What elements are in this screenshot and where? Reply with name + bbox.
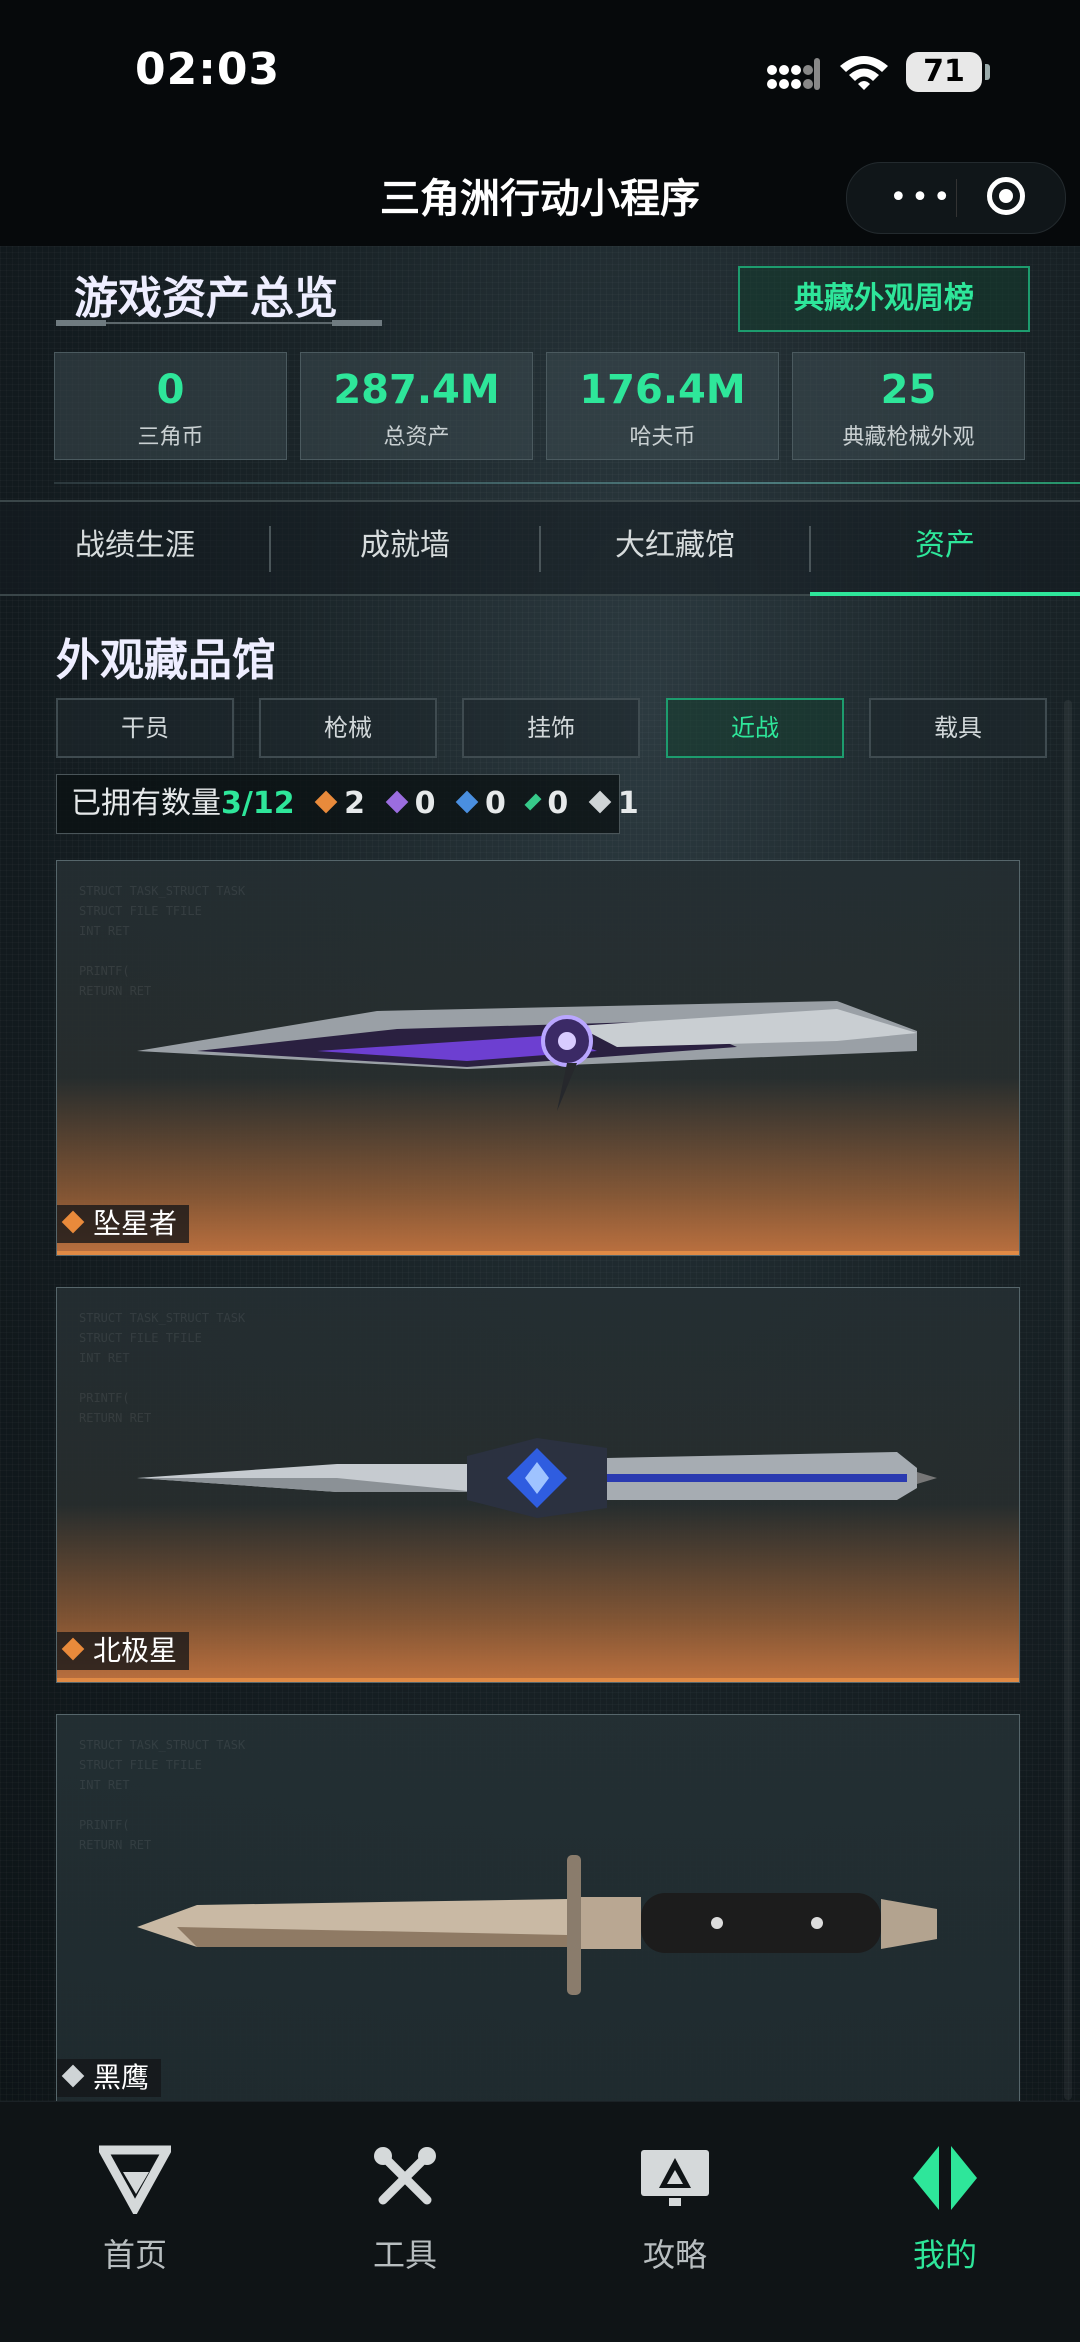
stat-value: 0 — [156, 367, 185, 413]
stat-label: 总资产 — [383, 425, 450, 450]
guide-icon — [641, 2150, 709, 2206]
tabbar-label: 首页 — [102, 2236, 167, 2274]
owned-count-bar: 已拥有数量3/12 2 0 0 0 1 — [56, 774, 639, 834]
status-time: 02:03 — [135, 44, 281, 95]
rarity-gold-icon — [61, 1637, 85, 1661]
stat-label: 哈夫币 — [629, 425, 696, 450]
item-name: 坠星者 — [93, 1207, 178, 1240]
tab-red-collection[interactable]: 大红藏馆 — [540, 502, 810, 594]
polaris-knife-image — [137, 1438, 937, 1518]
tabbar-label: 我的 — [912, 2236, 977, 2274]
title-decoration — [56, 320, 382, 330]
stat-label: 典藏枪械外观 — [842, 425, 975, 450]
owned-count: 3/12 — [221, 786, 295, 821]
close-mini-program-button[interactable] — [987, 177, 1025, 215]
rarity-gold-icon — [61, 1210, 85, 1234]
item-name-tag: 北极星 — [57, 1632, 190, 1670]
scrollbar[interactable] — [1064, 700, 1072, 2100]
wifi-icon — [840, 56, 888, 90]
stat-value: 287.4M — [333, 367, 500, 413]
tools-icon — [374, 2147, 436, 2205]
rarity-gold-icon — [314, 790, 338, 813]
category-charms[interactable]: 挂饰 — [462, 698, 640, 758]
delta-logo-icon — [99, 2145, 171, 2214]
capsule-menu: ••• — [846, 162, 1066, 234]
cellular-signal-icon — [767, 58, 820, 90]
melee-item-card[interactable]: STRUCT TASK_STRUCT TASK STRUCT FILE TFIL… — [56, 860, 1020, 1256]
gallery-title: 外观藏品馆 — [56, 635, 276, 686]
item-name-tag: 坠星者 — [57, 1205, 190, 1243]
bottom-tab-bar: 首页 工具 攻略 我的 — [0, 2101, 1080, 2342]
category-firearms[interactable]: 枪械 — [259, 698, 437, 758]
status-bar: 02:03 71 — [0, 0, 1080, 140]
tabbar-label: 攻略 — [642, 2236, 707, 2274]
stat-havoc-coin: 176.4M 哈夫币 — [546, 352, 779, 460]
tabbar-tools[interactable]: 工具 — [270, 2142, 540, 2276]
rarity-white-icon — [61, 2064, 85, 2088]
rarity-gold-count: 2 — [314, 786, 365, 821]
category-vehicles[interactable]: 载具 — [869, 698, 1047, 758]
weekly-ranking-button[interactable]: 典藏外观周榜 — [738, 266, 1030, 332]
stat-label: 三角币 — [137, 425, 204, 450]
profile-icon — [913, 2146, 977, 2210]
rarity-green-count: 0 — [524, 786, 568, 821]
stat-value: 25 — [880, 367, 937, 413]
battery-indicator: 71 — [906, 52, 990, 92]
mini-program-header: 三角洲行动小程序 ••• — [0, 140, 1080, 246]
tabbar-profile[interactable]: 我的 — [810, 2142, 1080, 2276]
stat-value: 176.4M — [579, 367, 746, 413]
star-breaker-knife-image — [137, 1001, 917, 1111]
rarity-blue-count: 0 — [455, 786, 506, 821]
rarity-white-count: 1 — [588, 786, 639, 821]
tab-assets[interactable]: 资产 — [810, 502, 1080, 596]
tabbar-home[interactable]: 首页 — [0, 2142, 270, 2276]
rarity-white-icon — [588, 790, 612, 813]
rarity-purple-icon — [385, 790, 408, 813]
item-name-tag: 黑鹰 — [57, 2059, 162, 2097]
category-operator[interactable]: 干员 — [56, 698, 234, 758]
item-name: 北极星 — [93, 1634, 178, 1667]
tabbar-guide[interactable]: 攻略 — [540, 2142, 810, 2276]
rarity-green-icon — [524, 793, 542, 810]
stat-total-assets: 287.4M 总资产 — [300, 352, 533, 460]
rarity-bar — [57, 1678, 1019, 1682]
rarity-purple-count: 0 — [385, 786, 435, 821]
item-name: 黑鹰 — [93, 2061, 150, 2094]
melee-item-card[interactable]: STRUCT TASK_STRUCT TASK STRUCT FILE TFIL… — [56, 1287, 1020, 1683]
overview-title: 游戏资产总览 — [74, 273, 338, 324]
owned-label: 已拥有数量 — [71, 786, 221, 821]
category-melee[interactable]: 近战 — [666, 698, 844, 758]
asset-stats: 0 三角币 287.4M 总资产 176.4M 哈夫币 25 典藏枪械外观 — [54, 352, 1028, 460]
melee-item-card[interactable]: STRUCT TASK_STRUCT TASK STRUCT FILE TFIL… — [56, 1714, 1020, 2110]
divider-line — [54, 482, 1080, 484]
rarity-blue-icon — [455, 790, 479, 813]
stat-delta-coin: 0 三角币 — [54, 352, 287, 460]
stat-collection-skins: 25 典藏枪械外观 — [792, 352, 1025, 460]
tab-career[interactable]: 战绩生涯 — [0, 502, 270, 594]
capsule-divider — [956, 179, 957, 217]
more-options-button[interactable]: ••• — [877, 183, 967, 213]
tabbar-label: 工具 — [372, 2236, 437, 2274]
rarity-bar — [57, 1251, 1019, 1255]
black-hawk-knife-image — [137, 1855, 937, 1995]
tab-achievements[interactable]: 成就墙 — [270, 502, 540, 594]
profile-tabs: 战绩生涯 成就墙 大红藏馆 资产 — [0, 500, 1080, 596]
